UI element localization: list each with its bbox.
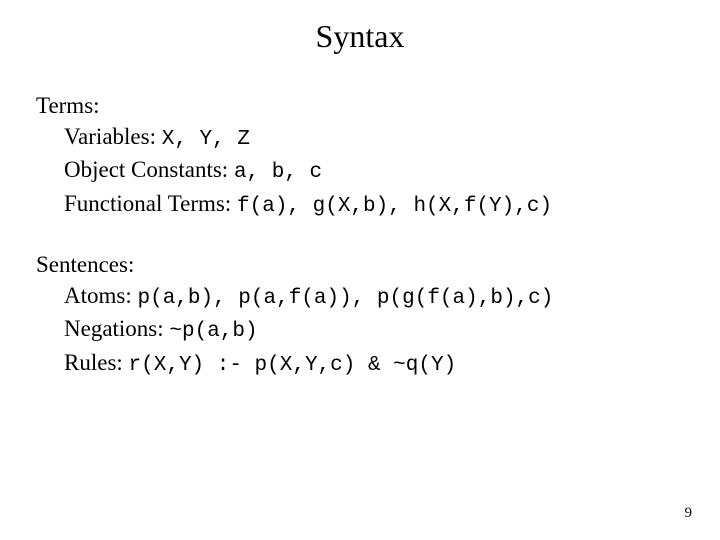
atoms-label: Atoms: xyxy=(64,283,137,308)
terms-functional: Functional Terms: f(a), g(X,b), h(X,f(Y)… xyxy=(64,188,684,221)
negations-code: ~p(a,b) xyxy=(169,320,257,343)
sentences-negations: Negations: ~p(a,b) xyxy=(64,313,684,346)
terms-variables: Variables: X, Y, Z xyxy=(64,121,684,154)
rules-code: r(X,Y) :- p(X,Y,c) & ~q(Y) xyxy=(129,354,457,377)
rules-label: Rules: xyxy=(64,350,129,375)
constants-label: Object Constants: xyxy=(64,157,234,182)
atoms-code: p(a,b), p(a,f(a)), p(g(f(a),b),c) xyxy=(137,287,553,310)
slide-title: Syntax xyxy=(0,18,720,55)
constants-code: a, b, c xyxy=(234,161,322,184)
terms-section: Terms: Variables: X, Y, Z Object Constan… xyxy=(36,90,684,221)
slide-body: Terms: Variables: X, Y, Z Object Constan… xyxy=(36,90,684,408)
sentences-header: Sentences: xyxy=(36,249,684,280)
variables-code: X, Y, Z xyxy=(162,128,250,151)
sentences-rules: Rules: r(X,Y) :- p(X,Y,c) & ~q(Y) xyxy=(64,347,684,380)
terms-header: Terms: xyxy=(36,90,684,121)
variables-label: Variables: xyxy=(64,124,162,149)
negations-label: Negations: xyxy=(64,316,169,341)
sentences-section: Sentences: Atoms: p(a,b), p(a,f(a)), p(g… xyxy=(36,249,684,380)
functional-label: Functional Terms: xyxy=(64,191,237,216)
sentences-atoms: Atoms: p(a,b), p(a,f(a)), p(g(f(a),b),c) xyxy=(64,280,684,313)
page-number: 9 xyxy=(685,505,693,522)
terms-constants: Object Constants: a, b, c xyxy=(64,154,684,187)
slide: Syntax Terms: Variables: X, Y, Z Object … xyxy=(0,0,720,540)
functional-code: f(a), g(X,b), h(X,f(Y),c) xyxy=(237,195,552,218)
